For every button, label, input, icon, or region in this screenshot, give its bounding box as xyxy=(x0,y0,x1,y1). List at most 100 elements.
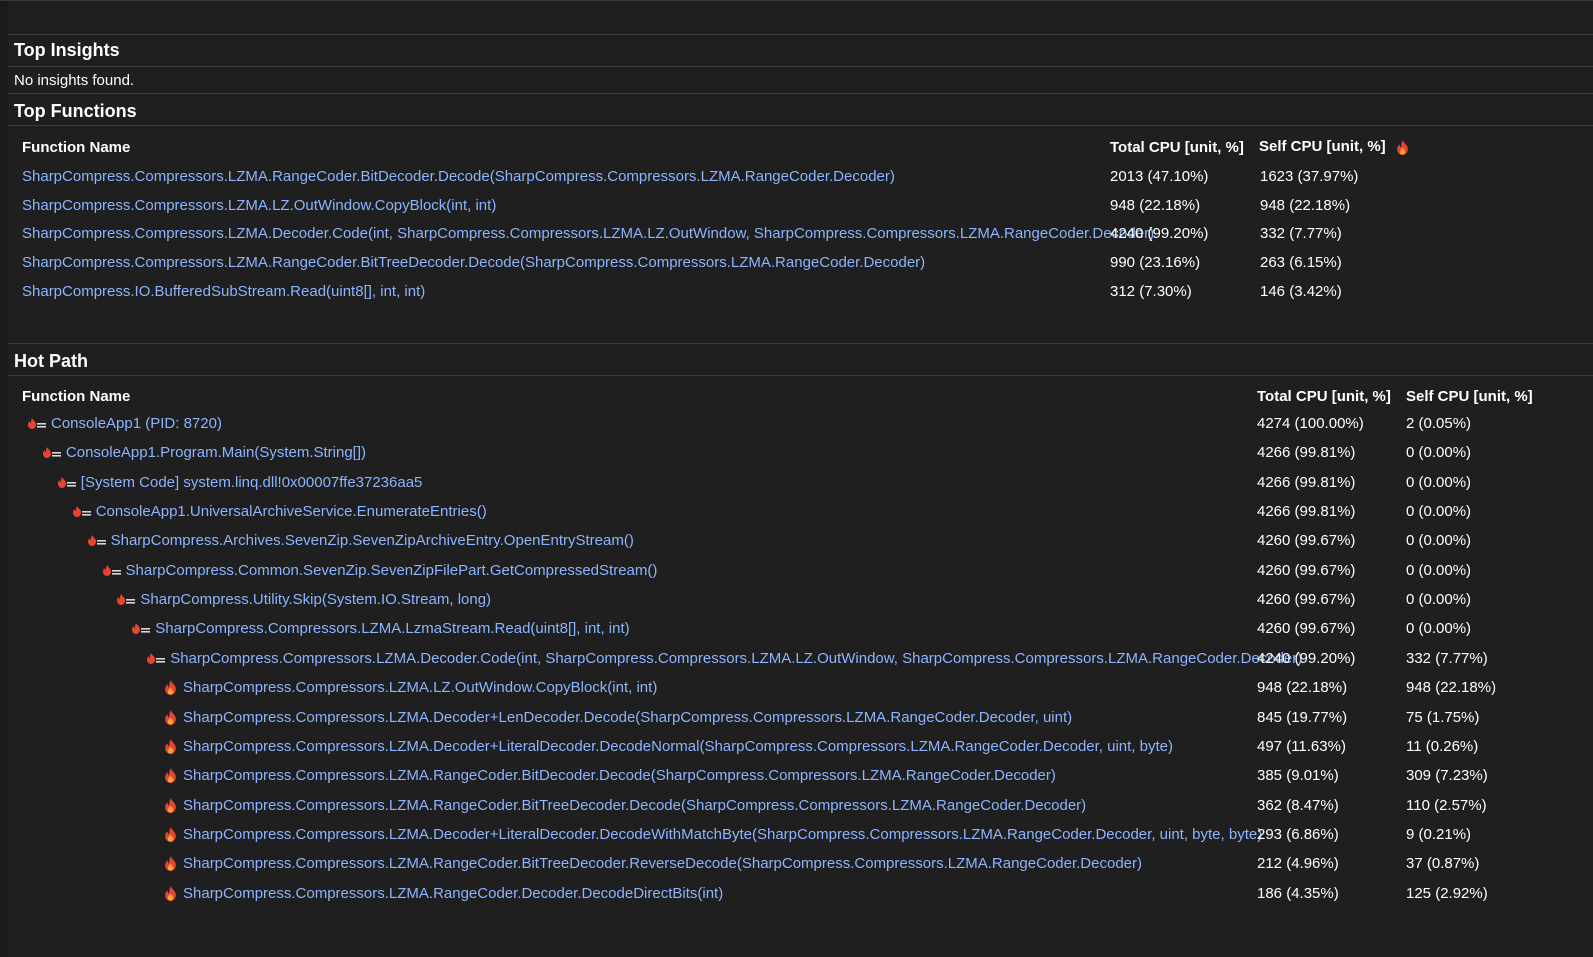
table-row[interactable]: SharpCompress.IO.BufferedSubStream.Read(… xyxy=(0,282,1593,310)
self-cpu-value: 263 (6.15%) xyxy=(1260,254,1342,272)
self-cpu-value: 2 (0.05%) xyxy=(1406,415,1472,432)
tree-row[interactable]: ConsoleApp1 (PID: 8720) 4274 (100.00%) 2 (… xyxy=(0,414,1593,442)
function-link[interactable]: SharpCompress.Compressors.LZMA.Decoder+L… xyxy=(183,708,1072,728)
self-cpu-value: 75 (1.75%) xyxy=(1406,708,1480,726)
self-cpu-value: 0 (0.00%) xyxy=(1406,561,1472,579)
tree-row[interactable]: SharpCompress.Compressors.LZMA.Decoder+L… xyxy=(0,737,1593,765)
function-link[interactable]: ConsoleApp1.Program.Main(System.String[]… xyxy=(66,443,366,463)
total-cpu-value: 4260 (99.67%) xyxy=(1257,591,1356,609)
total-cpu-value: 948 (22.18%) xyxy=(1257,679,1348,697)
total-cpu-value: 4240 (99.20%) xyxy=(1257,649,1356,667)
total-cpu-value: 4260 (99.67%) xyxy=(1257,561,1356,579)
hot-path-icon xyxy=(102,563,122,579)
function-link[interactable]: SharpCompress.Utility.Skip(System.IO.Str… xyxy=(140,590,491,610)
hp-header-total-cpu[interactable]: Total CPU [unit, %] xyxy=(1257,388,1391,405)
hot-path-icon xyxy=(87,533,107,549)
self-cpu-value: 332 (7.77%) xyxy=(1260,225,1342,243)
total-cpu-value: 293 (6.86%) xyxy=(1257,825,1339,843)
flame-icon xyxy=(164,885,177,902)
function-link[interactable]: SharpCompress.Compressors.LZMA.Decoder.C… xyxy=(22,224,1154,244)
hot-path-icon xyxy=(57,475,77,491)
table-row[interactable]: SharpCompress.Compressors.LZMA.RangeCode… xyxy=(0,253,1593,281)
tree-row[interactable]: SharpCompress.Utility.Skip(System.IO.Str… xyxy=(0,590,1593,618)
self-cpu-value: 9 (0.21%) xyxy=(1406,825,1472,843)
function-link[interactable]: SharpCompress.Compressors.LZMA.Decoder+L… xyxy=(183,737,1173,757)
total-cpu-value: 212 (4.96%) xyxy=(1257,855,1339,873)
tree-row[interactable]: ConsoleApp1.UniversalArchiveService.Enum… xyxy=(0,502,1593,530)
top-border xyxy=(0,0,1593,1)
hot-path-icon xyxy=(72,504,92,520)
function-link[interactable]: SharpCompress.Archives.SevenZip.SevenZip… xyxy=(111,531,634,551)
tree-row[interactable]: SharpCompress.Compressors.LZMA.RangeCode… xyxy=(0,884,1593,912)
function-link[interactable]: SharpCompress.Compressors.LZMA.Decoder+L… xyxy=(183,825,1262,845)
function-link[interactable]: SharpCompress.Common.SevenZip.SevenZipFi… xyxy=(126,561,658,581)
tf-header-total-cpu[interactable]: Total CPU [unit, %] xyxy=(1110,139,1244,156)
total-cpu-value: 2013 (47.10%) xyxy=(1110,168,1209,185)
function-link[interactable]: SharpCompress.Compressors.LZMA.RangeCode… xyxy=(22,253,925,273)
flame-icon xyxy=(164,709,177,726)
function-link[interactable]: SharpCompress.Compressors.LZMA.LzmaStrea… xyxy=(155,619,629,639)
tree-row[interactable]: SharpCompress.Compressors.LZMA.RangeCode… xyxy=(0,796,1593,824)
tree-row[interactable]: [System Code] system.linq.dll!0x00007ffe… xyxy=(0,473,1593,501)
tree-row[interactable]: SharpCompress.Compressors.LZMA.LZ.OutWin… xyxy=(0,678,1593,706)
self-cpu-value: 0 (0.00%) xyxy=(1406,444,1472,462)
function-link[interactable]: SharpCompress.Compressors.LZMA.LZ.OutWin… xyxy=(22,196,496,216)
sort-flame-icon xyxy=(1396,139,1408,155)
function-link[interactable]: ConsoleApp1.UniversalArchiveService.Enum… xyxy=(96,502,487,522)
tree-row[interactable]: SharpCompress.Compressors.LZMA.RangeCode… xyxy=(0,854,1593,882)
total-cpu-value: 186 (4.35%) xyxy=(1257,884,1339,902)
tree-row[interactable]: SharpCompress.Compressors.LZMA.RangeCode… xyxy=(0,766,1593,794)
function-link[interactable]: SharpCompress.Compressors.LZMA.Decoder.C… xyxy=(170,649,1302,669)
function-link[interactable]: SharpCompress.Compressors.LZMA.LZ.OutWin… xyxy=(183,678,657,698)
flame-icon xyxy=(164,680,177,696)
total-cpu-value: 4260 (99.67%) xyxy=(1257,532,1356,550)
tree-row[interactable]: SharpCompress.Compressors.LZMA.Decoder+L… xyxy=(0,708,1593,736)
function-link[interactable]: SharpCompress.Compressors.LZMA.RangeCode… xyxy=(183,854,1142,874)
self-cpu-value: 37 (0.87%) xyxy=(1406,855,1480,873)
table-row[interactable]: SharpCompress.Compressors.LZMA.RangeCode… xyxy=(0,167,1593,195)
function-link[interactable]: [System Code] system.linq.dll!0x00007ffe… xyxy=(81,473,423,493)
total-cpu-value: 4266 (99.81%) xyxy=(1257,444,1356,462)
divider xyxy=(8,343,1593,344)
self-cpu-value: 0 (0.00%) xyxy=(1406,503,1472,521)
flame-icon xyxy=(164,738,177,755)
hp-header-self-cpu[interactable]: Self CPU [unit, %] xyxy=(1406,388,1533,405)
top-functions-title: Top Functions xyxy=(14,101,137,121)
tf-header-self-cpu[interactable]: Self CPU [unit, %] xyxy=(1259,138,1409,155)
table-row[interactable]: SharpCompress.Compressors.LZMA.Decoder.C… xyxy=(0,224,1593,252)
tree-row[interactable]: SharpCompress.Common.SevenZip.SevenZipFi… xyxy=(0,561,1593,589)
self-cpu-value: 110 (2.57%) xyxy=(1406,796,1487,814)
table-row[interactable]: SharpCompress.Compressors.LZMA.LZ.OutWin… xyxy=(0,196,1593,224)
no-insights-message: No insights found. xyxy=(14,72,135,89)
tree-row[interactable]: SharpCompress.Compressors.LZMA.LzmaStrea… xyxy=(0,619,1593,647)
flame-icon xyxy=(164,826,177,843)
divider xyxy=(8,93,1593,94)
total-cpu-value: 312 (7.30%) xyxy=(1110,282,1192,300)
tree-row[interactable]: SharpCompress.Archives.SevenZip.SevenZip… xyxy=(0,531,1593,559)
tree-row[interactable]: ConsoleApp1.Program.Main(System.String[]… xyxy=(0,443,1593,471)
function-link[interactable]: ConsoleApp1 (PID: 8720) xyxy=(51,414,222,434)
function-link[interactable]: SharpCompress.Compressors.LZMA.RangeCode… xyxy=(183,766,1056,786)
total-cpu-value: 385 (9.01%) xyxy=(1257,767,1339,785)
total-cpu-value: 4274 (100.00%) xyxy=(1257,415,1364,432)
total-cpu-value: 845 (19.77%) xyxy=(1257,708,1348,726)
tf-header-self-cpu-label: Self CPU [unit, %] xyxy=(1259,138,1386,155)
tree-row[interactable]: SharpCompress.Compressors.LZMA.Decoder.C… xyxy=(0,649,1593,677)
hot-path-icon xyxy=(131,621,151,637)
top-insights-title: Top Insights xyxy=(14,40,120,60)
total-cpu-value: 948 (22.18%) xyxy=(1110,196,1201,214)
total-cpu-value: 497 (11.63%) xyxy=(1257,737,1346,755)
profiler-report: Top Insights No insights found. Top Func… xyxy=(0,0,1593,957)
self-cpu-value: 1623 (37.97%) xyxy=(1260,168,1359,185)
tree-row[interactable]: SharpCompress.Compressors.LZMA.Decoder+L… xyxy=(0,825,1593,853)
flame-icon xyxy=(164,768,177,784)
hot-path-title: Hot Path xyxy=(14,351,88,371)
function-link[interactable]: SharpCompress.Compressors.LZMA.RangeCode… xyxy=(183,884,723,904)
self-cpu-value: 125 (2.92%) xyxy=(1406,884,1488,902)
hp-header-function-name[interactable]: Function Name xyxy=(22,388,130,405)
function-link[interactable]: SharpCompress.Compressors.LZMA.RangeCode… xyxy=(22,167,895,187)
total-cpu-value: 4240 (99.20%) xyxy=(1110,225,1209,243)
function-link[interactable]: SharpCompress.Compressors.LZMA.RangeCode… xyxy=(183,796,1086,816)
tf-header-function-name[interactable]: Function Name xyxy=(22,139,130,156)
function-link[interactable]: SharpCompress.IO.BufferedSubStream.Read(… xyxy=(22,282,425,302)
